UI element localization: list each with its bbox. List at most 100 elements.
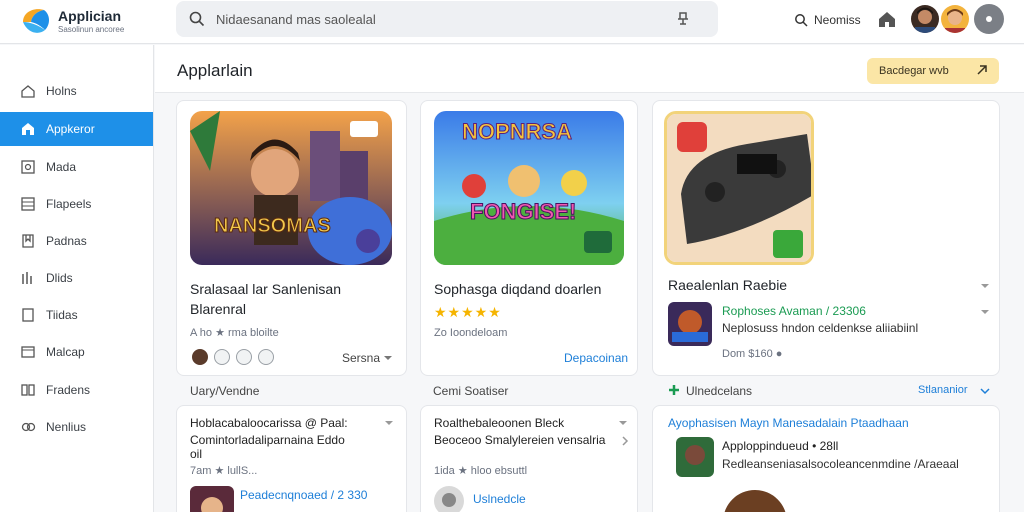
top-search-label: Neomiss [814,13,861,27]
list-line: Roalthebaleoonen Bleck [434,416,565,430]
main-header: Applarlain Bacdegar wvb [155,45,1024,93]
top-search-button[interactable]: Neomiss [794,10,861,30]
sidebar-item-tiidas[interactable]: Tiidas [0,298,153,332]
doc-icon [22,308,34,322]
sidebar-item-nenlius[interactable]: Nenlius [0,410,153,444]
app-card[interactable]: NOPNRSA FONGISE! Sophasga diqdand doarle… [420,100,638,376]
top-bar: Applician Sasolinun ancoree Neomiss [0,0,1024,44]
list-card[interactable]: Ayophasisen Mayn Manesadalain Ptaadhaan … [652,405,1000,512]
avatar-group [192,349,274,365]
arrow-up-right-icon [977,65,987,75]
sidebar-item-label: Holns [46,84,77,98]
item-title[interactable]: Rophoses Avaman / 23306 [722,304,866,318]
sidebar-item-malcap[interactable]: Malcap [0,335,153,369]
voice-search-icon[interactable] [674,10,692,28]
pill-label: Bacdegar wvb [879,65,949,77]
app-title-line2: Blarenral [190,301,247,317]
section-action-link[interactable]: Stlananior [918,384,968,396]
chevron-right-icon[interactable] [620,436,630,446]
sidebar-item-flapeels[interactable]: Flapeels [0,187,153,221]
app-meta: Zo Ioondeloam [434,327,508,339]
game-art-image [190,111,392,265]
chart-icon [22,272,32,284]
search-input[interactable] [216,9,636,29]
sidebar-item-appkeror[interactable]: Appkeror [0,112,153,146]
sidebar-item-dlids[interactable]: Dlids [0,261,153,295]
chevron-down-icon[interactable] [980,386,990,396]
page-title: Applarlain [177,61,253,80]
list-meta: 1ida ★ hloo ebsuttl [434,465,528,477]
chevron-down-icon[interactable] [618,418,628,428]
list-line: oil [190,447,203,461]
avatar [214,349,230,365]
home-icon [21,85,35,98]
card-action[interactable]: Sersna [342,351,380,365]
item-description: Redleanseniasalsocoleancenmdine /Araeaal [722,457,959,471]
item-description: Neplosuss hndon celdenkse aliiabiinl [722,321,919,335]
sidebar-item-padnas[interactable]: Padnas [0,224,153,258]
item-title[interactable]: Peadecnqnoaed / 2 330 [240,488,367,502]
app-logo-icon[interactable] [20,6,52,36]
app-subtitle: Sasolinun ancoree [58,25,125,34]
tag-icon [22,234,34,248]
app-title: Sralasaal lar Sanlenisan [190,281,341,297]
section-heading: Ulnedcelans [686,384,753,398]
list-card[interactable]: Hoblacabaloocarissa @ Paal: Comintorlada… [176,405,407,512]
item-title[interactable]: Uslnedcle [473,492,526,506]
item-meta: Dom $160 ● [722,348,783,360]
sidebar-item-label: Fradens [46,383,91,397]
chevron-down-icon[interactable] [980,281,990,291]
sidebar-item-label: Appkeror [46,122,95,136]
list-line: Comintorladaliparnaina Eddo [190,433,345,447]
list-header[interactable]: Ayophasisen Mayn Manesadalain Ptaadhaan [668,416,909,430]
media-icon [21,160,35,174]
apps-icon [22,123,34,135]
app-card[interactable]: NANSOMAS Sralasaal lar Sanlenisan Blaren… [176,100,407,376]
sidebar-item-fradens[interactable]: Fradens [0,373,153,407]
art-caption: NANSOMAS [214,215,332,238]
chevron-down-icon[interactable] [980,307,990,317]
app-card[interactable]: Raealenlan Raebie Rophoses Avaman / 2330… [652,100,1000,376]
search-bar[interactable] [176,1,718,37]
app-title: Raealenlan Raebie [668,277,788,293]
app-artwork[interactable] [664,111,814,265]
plus-icon [669,385,679,395]
sidebar-item-holns[interactable]: Holns [0,74,153,108]
book-icon [21,384,35,396]
rating-stars: ★★★★★ [434,304,502,320]
preview-image [723,490,787,512]
app-thumbnail[interactable] [676,437,714,477]
search-icon [189,11,205,27]
item-title[interactable]: Apploppindueud • 28ll [722,439,838,453]
card-action-link[interactable]: Depacoinan [564,351,628,365]
art-caption-2: FONGISE! [469,199,577,225]
chevron-down-icon[interactable] [383,353,393,363]
list-card[interactable]: Roalthebaleoonen Bleck Beoceoo Smalylere… [420,405,638,512]
sidebar-item-label: Dlids [46,271,73,285]
sidebar-item-label: Mada [46,160,77,174]
sidebar-item-label: Tiidas [46,308,78,322]
account-dot-icon [986,16,992,22]
magnifier-icon [795,14,808,27]
account-menu-button[interactable] [974,4,1004,34]
sidebar-item-mada[interactable]: Mada [0,150,153,184]
folder-icon [21,346,35,358]
app-thumbnail[interactable] [190,486,234,512]
featured-pill-button[interactable]: Bacdegar wvb [867,58,999,84]
list-line: Beoceoo Smalylereien vensalria [434,433,606,447]
app-artwork[interactable]: NOPNRSA FONGISE! [434,111,624,265]
app-artwork[interactable]: NANSOMAS [190,111,392,265]
sidebar-item-label: Nenlius [46,420,87,434]
controller-image [667,114,811,262]
grid-icon [21,197,35,211]
app-title: Sophasga diqdand doarlen [434,281,602,297]
app-thumbnail[interactable] [668,302,712,346]
sidebar-item-label: Malcap [46,345,85,359]
avatar[interactable] [911,5,939,33]
sidebar-item-label: Padnas [46,234,87,248]
app-thumbnail[interactable] [434,486,464,512]
avatar [192,349,208,365]
home-icon[interactable] [876,8,898,30]
chevron-down-icon[interactable] [384,418,394,428]
avatar[interactable] [941,5,969,33]
